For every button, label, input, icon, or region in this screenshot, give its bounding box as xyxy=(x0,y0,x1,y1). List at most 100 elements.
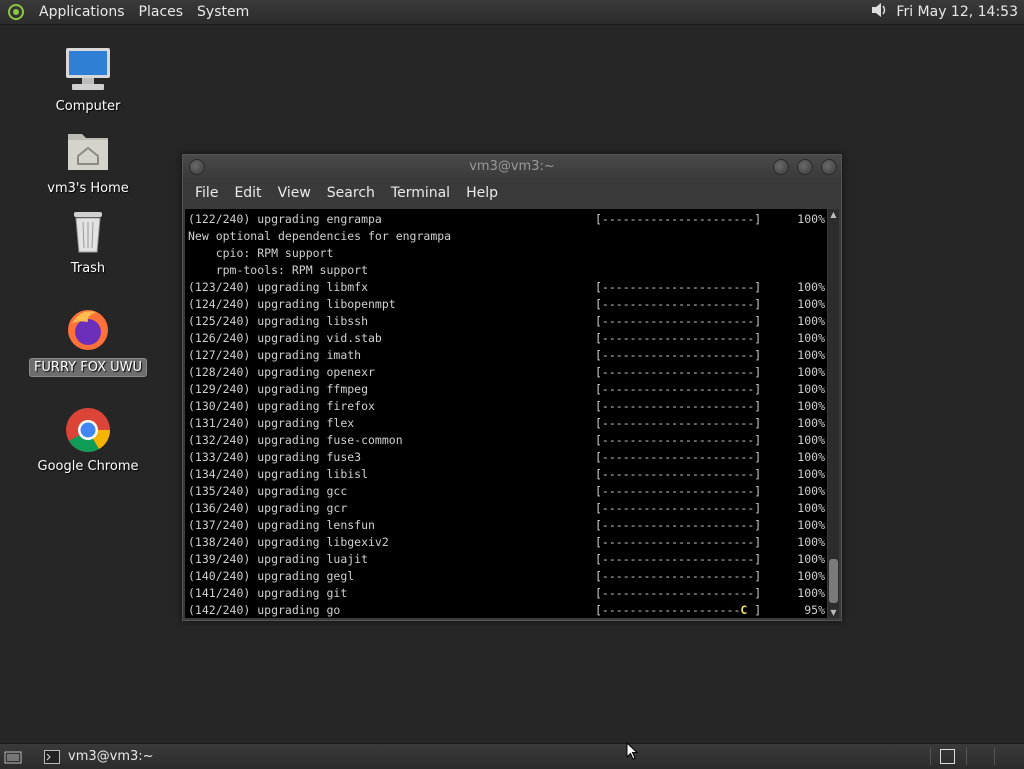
progress-bar-text: [----------------------] xyxy=(595,331,762,345)
progress-bar-text: [--------------------C ] xyxy=(595,603,762,617)
scroll-up-icon[interactable]: ▲ xyxy=(829,210,838,219)
menu-search[interactable]: Search xyxy=(319,185,383,201)
desktop-icon-computer[interactable]: Computer xyxy=(28,46,148,115)
progress-bar-text: [----------------------] xyxy=(595,450,762,464)
progress-percent: 100% xyxy=(797,212,825,226)
terminal-titlebar[interactable]: vm3@vm3:~ xyxy=(183,155,841,179)
minimize-icon[interactable] xyxy=(773,159,789,175)
progress-bar-text: [----------------------] xyxy=(595,552,762,566)
speaker-icon[interactable] xyxy=(870,1,888,23)
progress-bar-text: [----------------------] xyxy=(595,348,762,362)
progress-bar-text: [----------------------] xyxy=(595,518,762,532)
progress-percent: 100% xyxy=(797,399,825,413)
home-folder-icon xyxy=(68,134,108,170)
progress-bar-text: [----------------------] xyxy=(595,280,762,294)
distro-logo-icon[interactable] xyxy=(6,2,26,22)
menu-terminal[interactable]: Terminal xyxy=(383,185,458,201)
progress-percent: 100% xyxy=(797,297,825,311)
mouse-cursor-icon xyxy=(626,742,638,760)
progress-bar-text: [----------------------] xyxy=(595,484,762,498)
terminal-scrollbar[interactable]: ▲ ▼ xyxy=(828,209,839,618)
terminal-menubar: File Edit View Search Terminal Help xyxy=(183,179,841,207)
terminal-line: rpm-tools: RPM support xyxy=(188,263,369,277)
window-title: vm3@vm3:~ xyxy=(469,159,555,174)
chrome-icon xyxy=(66,408,110,452)
progress-percent: 100% xyxy=(797,501,825,515)
terminal-line: (138/240) upgrading libgexiv2 xyxy=(188,535,389,549)
trash-icon xyxy=(74,212,102,253)
terminal-line: cpio: RPM support xyxy=(188,246,334,260)
progress-percent: 100% xyxy=(797,365,825,379)
show-desktop-icon[interactable] xyxy=(4,749,22,765)
menu-help[interactable]: Help xyxy=(458,185,506,201)
terminal-line: (126/240) upgrading vid.stab xyxy=(188,331,382,345)
terminal-line: (125/240) upgrading libssh xyxy=(188,314,369,328)
progress-bar-text: [----------------------] xyxy=(595,501,762,515)
menu-view[interactable]: View xyxy=(270,185,319,201)
firefox-icon xyxy=(68,310,108,350)
terminal-line: (127/240) upgrading imath xyxy=(188,348,362,362)
progress-percent: 100% xyxy=(797,484,825,498)
panel-separator xyxy=(966,747,967,765)
terminal-line: (131/240) upgrading flex xyxy=(188,416,355,430)
progress-percent: 100% xyxy=(797,314,825,328)
close-icon[interactable] xyxy=(821,159,837,175)
system-menu[interactable]: System xyxy=(190,4,256,20)
panel-separator xyxy=(930,747,931,765)
progress-percent: 100% xyxy=(797,450,825,464)
terminal-line: New optional dependencies for engrampa xyxy=(188,229,452,243)
desktop-icon-label: vm3's Home xyxy=(47,181,129,196)
terminal-output[interactable]: (122/240) upgrading engrampa [-----------… xyxy=(185,209,827,618)
progress-percent: 100% xyxy=(797,586,825,600)
terminal-line: (136/240) upgrading gcr xyxy=(188,501,348,515)
desktop-icon-label: FURRY FOX UWU xyxy=(28,358,148,377)
progress-percent: 100% xyxy=(797,569,825,583)
terminal-line: (133/240) upgrading fuse3 xyxy=(188,450,362,464)
progress-bar-text: [----------------------] xyxy=(595,569,762,583)
desktop-icon-label: Trash xyxy=(70,261,106,276)
progress-percent: 100% xyxy=(797,280,825,294)
menu-edit[interactable]: Edit xyxy=(226,185,269,201)
terminal-line: (139/240) upgrading luajit xyxy=(188,552,369,566)
scroll-thumb[interactable] xyxy=(829,559,838,603)
places-menu[interactable]: Places xyxy=(132,4,191,20)
progress-bar-text: [----------------------] xyxy=(595,212,762,226)
progress-bar-text: [----------------------] xyxy=(595,586,762,600)
taskbar-terminal-label: vm3@vm3:~ xyxy=(68,749,154,764)
terminal-icon xyxy=(44,749,60,764)
progress-bar-text: [----------------------] xyxy=(595,399,762,413)
desktop-icon-firefox[interactable]: FURRY FOX UWU xyxy=(28,306,148,377)
progress-bar-text: [----------------------] xyxy=(595,535,762,549)
progress-bar-text: [----------------------] xyxy=(595,433,762,447)
terminal-line: (135/240) upgrading gcc xyxy=(188,484,348,498)
progress-percent: 100% xyxy=(797,416,825,430)
top-panel: Applications Places System Fri May 12, 1… xyxy=(0,0,1024,25)
progress-percent: 100% xyxy=(797,467,825,481)
terminal-line: (141/240) upgrading git xyxy=(188,586,348,600)
progress-percent: 95% xyxy=(804,603,825,617)
window-menu-icon[interactable] xyxy=(189,159,205,175)
progress-percent: 100% xyxy=(797,433,825,447)
terminal-line: (130/240) upgrading firefox xyxy=(188,399,375,413)
menu-file[interactable]: File xyxy=(187,185,226,201)
maximize-icon[interactable] xyxy=(797,159,813,175)
progress-bar-text: [----------------------] xyxy=(595,365,762,379)
terminal-line: (124/240) upgrading libopenmpt xyxy=(188,297,396,311)
desktop-icon-chrome[interactable]: Google Chrome xyxy=(28,406,148,475)
desktop-icon-home[interactable]: vm3's Home xyxy=(28,128,148,197)
progress-percent: 100% xyxy=(797,331,825,345)
computer-icon xyxy=(66,48,110,90)
progress-bar-text: [----------------------] xyxy=(595,314,762,328)
clock[interactable]: Fri May 12, 14:53 xyxy=(896,4,1018,20)
desktop-icon-trash[interactable]: Trash xyxy=(28,208,148,277)
scroll-down-icon[interactable]: ▼ xyxy=(829,608,838,617)
progress-bar-text: [----------------------] xyxy=(595,416,762,430)
desktop-icon-label: Computer xyxy=(55,99,121,114)
workspace-icon[interactable] xyxy=(940,749,955,764)
terminal-line: (142/240) upgrading go xyxy=(188,603,341,617)
applications-menu[interactable]: Applications xyxy=(32,4,132,20)
panel-separator xyxy=(994,747,995,765)
terminal-line: (137/240) upgrading lensfun xyxy=(188,518,375,532)
terminal-line: (122/240) upgrading engrampa xyxy=(188,212,382,226)
taskbar-terminal-button[interactable]: vm3@vm3:~ xyxy=(36,746,162,768)
